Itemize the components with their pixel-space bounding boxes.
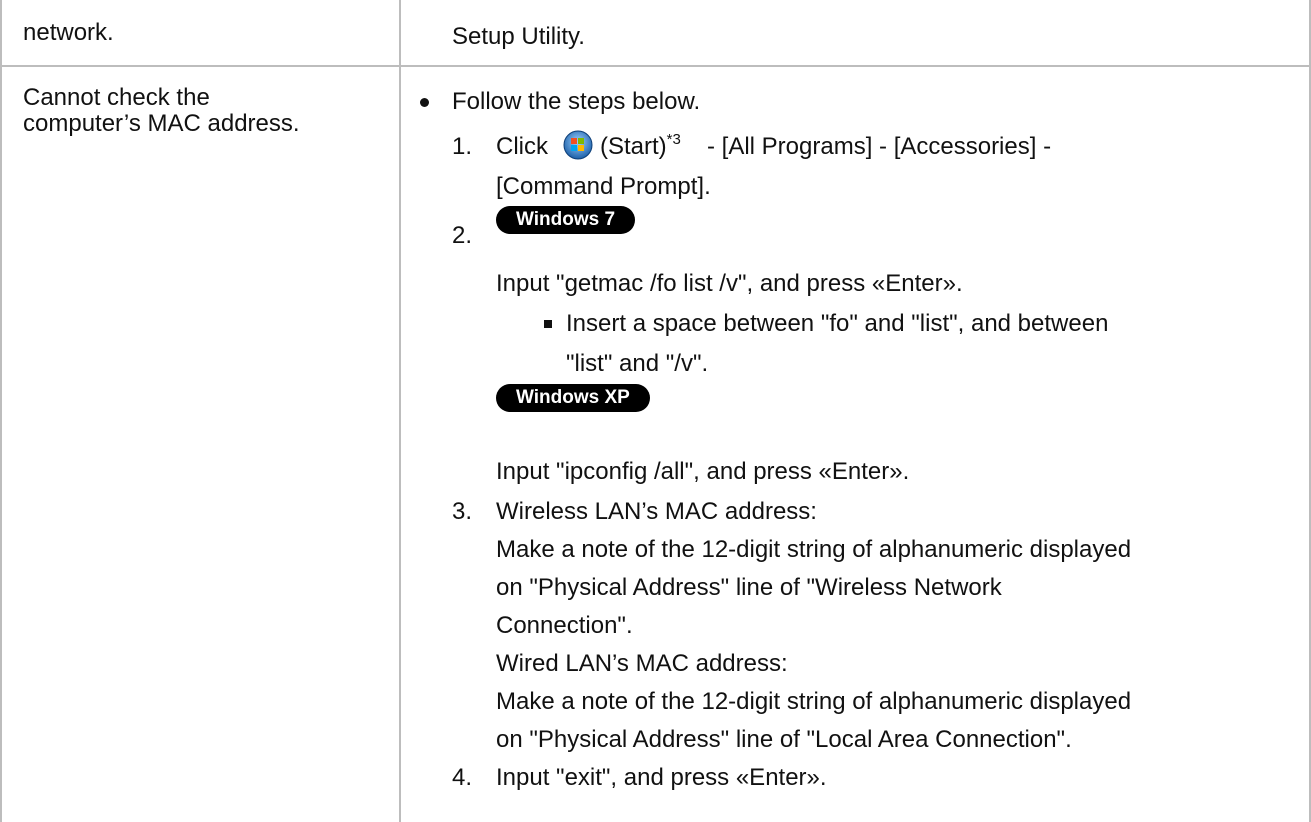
step4-number: 4. (452, 764, 473, 791)
note-square-bullet (544, 320, 552, 328)
step3-line7: on "Physical Address" line of "Local Are… (496, 726, 1072, 753)
issue-title-line1: Cannot check the (23, 84, 210, 111)
windows-start-orb-icon (563, 130, 593, 160)
step3-line4: Connection". (496, 612, 633, 639)
step3-line2: Make a note of the 12-digit string of al… (496, 536, 1132, 563)
win7-note-line2: "list" and "/v". (566, 350, 709, 377)
step1-start-label: (Start)*3 (600, 132, 681, 160)
windowsxp-badge: Windows XP (496, 384, 650, 412)
issue-title-line2: computer’s MAC address. (23, 110, 300, 137)
step1-click-text: Click (496, 133, 548, 160)
bullet-text: Follow the steps below. (452, 88, 701, 115)
table-column-divider (399, 0, 401, 822)
footnote-ref: *3 (666, 131, 681, 148)
step2-number: 2. (452, 222, 473, 249)
table-left-border (0, 0, 2, 822)
step4-text: Input "exit", and press «Enter». (496, 764, 827, 791)
step3-line6: Make a note of the 12-digit string of al… (496, 688, 1132, 715)
step1-path-text: - [All Programs] - [Accessories] - (707, 133, 1052, 160)
start-text: (Start) (600, 133, 667, 160)
winxp-input-text: Input "ipconfig /all", and press «Enter»… (496, 458, 910, 485)
windows7-badge: Windows 7 (496, 206, 636, 234)
win7-input-text: Input "getmac /fo list /v", and press «E… (496, 270, 963, 297)
step3-line5: Wired LAN’s MAC address: (496, 650, 788, 677)
step1-number: 1. (452, 133, 473, 160)
step3-line3: on "Physical Address" line of "Wireless … (496, 574, 1002, 601)
table-row-divider (0, 65, 1311, 67)
step1-path-line2: [Command Prompt]. (496, 173, 711, 200)
step3-number: 3. (452, 498, 473, 525)
row1-right-text: Setup Utility. (452, 23, 585, 50)
row1-left-text: network. (23, 19, 114, 46)
bullet-dot (420, 98, 429, 107)
win7-note-line1: Insert a space between "fo" and "list", … (566, 310, 1109, 337)
step3-line1: Wireless LAN’s MAC address: (496, 498, 817, 525)
